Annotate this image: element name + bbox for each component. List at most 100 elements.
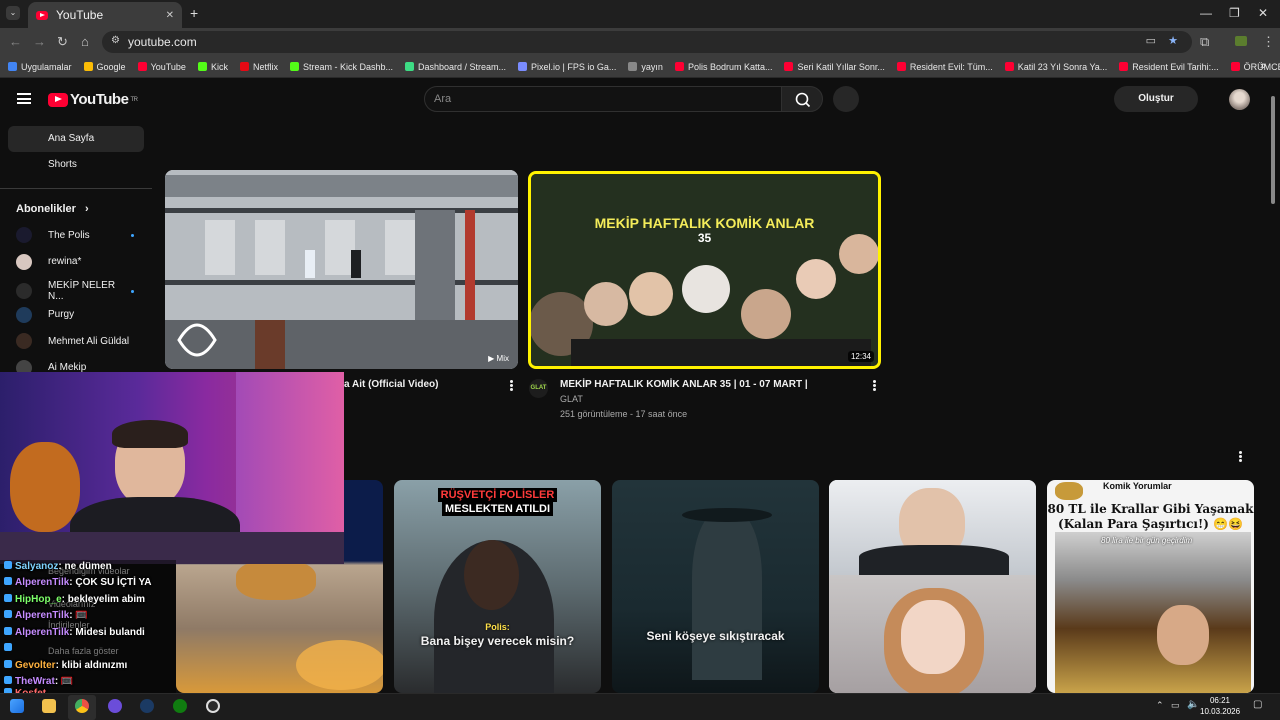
section-options-icon[interactable] [1239, 451, 1242, 462]
video-duration: 12:34 [847, 351, 874, 362]
chat-text: : bekleyelim abim [61, 594, 146, 605]
video-thumbnail-mix[interactable]: ▶ Mix [165, 170, 518, 369]
taskbar-clock[interactable]: 06:21 10.03.2026 [1200, 695, 1240, 717]
bookmark-item[interactable]: Kick [197, 62, 228, 72]
bookmark-favicon-icon [674, 62, 684, 71]
thumbnail-headline-line2: (Kalan Para Şaşırtıcı!) 😁😆 [1058, 517, 1243, 531]
bookmark-item[interactable]: Resident Evil Tarihi:... [1119, 61, 1219, 72]
bookmark-star-icon[interactable]: ★ [1168, 34, 1178, 47]
channel-avatar-text: GLAT [530, 385, 547, 391]
channel-avatar[interactable]: GLAT [529, 379, 548, 398]
bookmark-label: Resident Evil Tarihi:... [1132, 61, 1219, 72]
volume-icon[interactable]: 🔈 [1187, 699, 1199, 710]
file-explorer-icon[interactable] [42, 699, 56, 713]
close-tab-icon[interactable]: ✕ [166, 10, 174, 21]
back-icon[interactable]: ← [9, 34, 22, 49]
search-input[interactable]: Ara [424, 86, 782, 112]
active-app-indicator [68, 695, 96, 720]
restore-button[interactable]: ❐ [1229, 6, 1240, 20]
site-info-icon[interactable]: ⚙ [111, 35, 120, 46]
chat-badge-icon [4, 643, 12, 651]
logo-country: TR [130, 96, 138, 103]
video-thumbnail-horror[interactable]: Seni köşeye sıkıştıracak [612, 480, 819, 693]
steam-icon[interactable] [140, 699, 154, 713]
page-scrollbar[interactable] [1271, 96, 1275, 204]
bookmark-item[interactable]: Dashboard / Stream... [405, 62, 506, 72]
xbox-icon[interactable] [173, 699, 187, 713]
channel-avatar [16, 253, 32, 270]
create-button[interactable]: Oluştur [1114, 86, 1198, 112]
chat-text: : 🥅 [69, 610, 88, 621]
channel-name[interactable]: GLAT [560, 394, 583, 404]
subscriptions-header[interactable]: Abonelikler › [16, 203, 89, 215]
bookmark-item[interactable]: Stream - Kick Dashb... [289, 62, 393, 72]
bookmarks-overflow-icon[interactable]: » [1260, 60, 1266, 72]
hamburger-menu-icon[interactable] [17, 93, 31, 104]
voice-search-button[interactable] [833, 86, 859, 112]
horror-figure [692, 510, 762, 680]
tray-chevron-icon[interactable]: ⌃ [1156, 700, 1164, 711]
sidebar-subscription-item[interactable]: Mehmet Ali Güldal [16, 333, 134, 349]
address-bar[interactable]: ⚙ youtube.com ▭ ★ [102, 31, 1192, 53]
minimize-button[interactable]: — [1200, 6, 1212, 20]
sidebar-item-home[interactable]: Ana Sayfa [8, 126, 144, 152]
video-thumbnail-mekip[interactable]: MEKİP HAFTALIK KOMİK ANLAR 35 12:34 [528, 171, 881, 369]
video-options-icon[interactable] [873, 380, 876, 391]
bookmark-item[interactable]: Polis Bodrum Katta... [674, 62, 772, 72]
obs-icon[interactable] [206, 699, 220, 713]
sidebar-subscription-item[interactable]: MEKİP NELER N... [16, 280, 134, 302]
bookmark-favicon-icon [1119, 62, 1129, 71]
home-icon[interactable]: ⌂ [81, 34, 89, 49]
extensions-icon[interactable]: ⧉ [1200, 34, 1209, 50]
bookmark-item[interactable]: Resident Evil: Tüm... [896, 62, 993, 72]
chat-message: HipHop_e: bekleyelim abim [4, 594, 145, 605]
cast-icon[interactable]: ▭ [1146, 34, 1156, 47]
reload-icon[interactable]: ↻ [57, 34, 68, 50]
streaming-app-icon[interactable] [108, 699, 122, 713]
forward-icon[interactable]: → [33, 34, 46, 49]
close-window-button[interactable]: ✕ [1258, 6, 1268, 20]
sidebar-subscription-item[interactable]: The Polis [16, 227, 134, 243]
bookmark-item[interactable]: yayın [628, 62, 663, 72]
search-button[interactable] [781, 86, 823, 112]
video-title[interactable]: a Ait (Official Video) [344, 379, 438, 390]
channel-avatar [16, 306, 32, 323]
video-title[interactable]: MEKİP HAFTALIK KOMİK ANLAR 35 | 01 - 07 … [560, 379, 808, 390]
network-icon[interactable]: ▭ [1171, 700, 1180, 711]
bookmark-favicon-icon [405, 62, 414, 71]
tab-youtube[interactable]: YouTube ✕ [28, 2, 182, 28]
bookmark-item[interactable]: Uygulamalar [8, 62, 72, 72]
bookmark-item[interactable]: ÖRÜMCEK ADAM H... [1230, 62, 1280, 72]
sidebar-subscription-item[interactable]: Purgy [16, 306, 134, 323]
bookmark-item[interactable]: YouTube [137, 62, 186, 72]
youtube-logo[interactable]: YouTube TR [48, 91, 138, 108]
subscription-label: The Polis [48, 229, 90, 241]
menu-icon[interactable]: ⋮ [1262, 34, 1275, 50]
chat-username: AlperenTilk [15, 577, 70, 588]
video-thumbnail-streamers[interactable] [829, 480, 1036, 693]
notifications-icon[interactable]: ▢ [1253, 699, 1262, 710]
video-thumbnail-comments[interactable]: Komik Yorumlar 80 TL ile Krallar Gibi Ya… [1047, 480, 1254, 693]
bookmark-item[interactable]: Katil 23 Yıl Sonra Ya... [1004, 62, 1107, 72]
bookmark-item[interactable]: Netflix [239, 62, 278, 72]
bookmark-favicon-icon [784, 62, 794, 71]
tab-search-icon[interactable]: ⌄ [6, 6, 20, 20]
bookmark-item[interactable]: Google [83, 62, 126, 72]
chat-text: : ne dümen [58, 561, 112, 572]
bookmark-label: Seri Katil Yıllar Sonr... [797, 61, 885, 72]
new-tab-button[interactable]: + [190, 5, 198, 21]
video-thumbnail-police[interactable]: RÜŞVETÇİ POLİSLER MESLEKTEN ATILDI Polis… [394, 480, 601, 693]
thumbnail-shape [236, 560, 316, 600]
bookmark-item[interactable]: Pixel.io | FPS io Ga... [518, 62, 616, 72]
bookmark-item[interactable]: Seri Katil Yıllar Sonr... [784, 61, 885, 72]
video-options-icon[interactable] [510, 380, 513, 391]
account-avatar[interactable] [1229, 89, 1250, 110]
bookmark-favicon-icon [628, 62, 638, 71]
sidebar-subscription-item[interactable]: rewina* [16, 253, 134, 270]
start-menu-icon[interactable] [10, 699, 24, 713]
chat-text: : klibi aldınızmı [55, 660, 128, 671]
sidebar-item-shorts[interactable]: Shorts [8, 152, 144, 178]
bookmark-favicon-icon [197, 62, 207, 71]
profile-extension-icon[interactable] [1235, 36, 1247, 46]
horror-figure-hat [682, 508, 772, 522]
